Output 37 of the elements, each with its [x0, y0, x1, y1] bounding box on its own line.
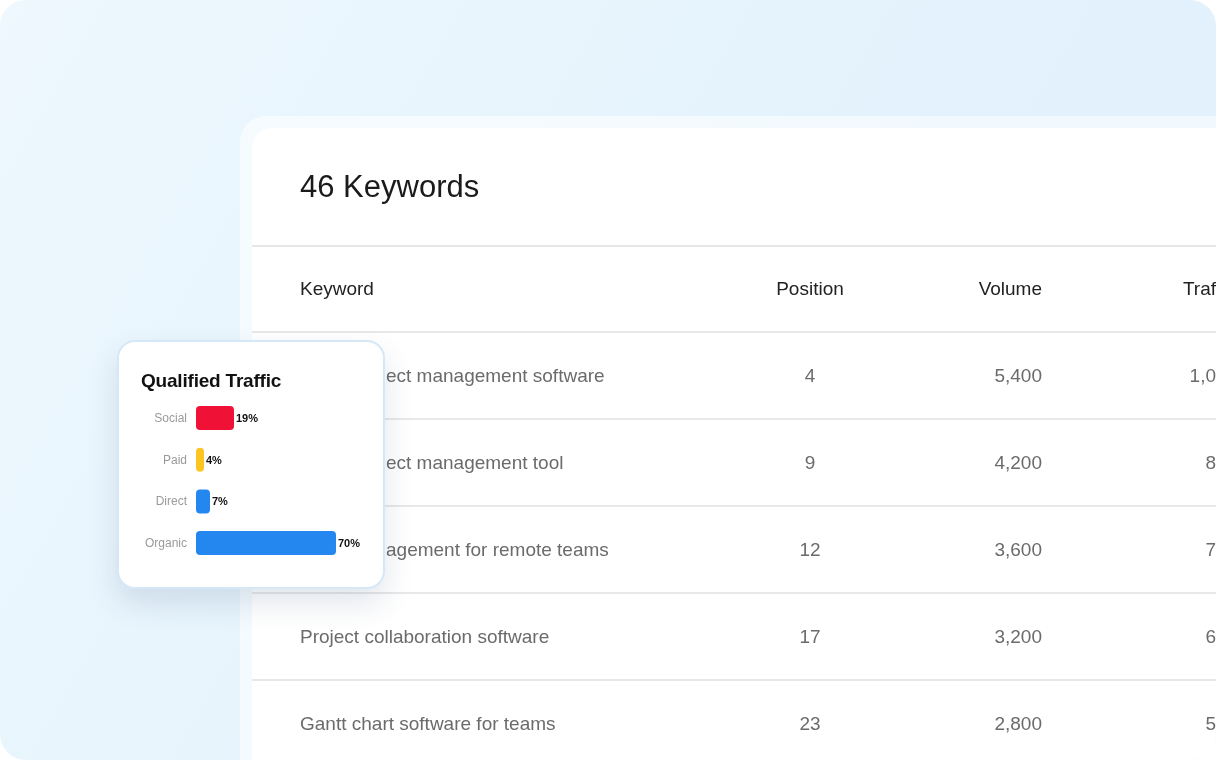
- table-cell: 2,800: [994, 712, 1042, 734]
- axis-label: Paid: [162, 452, 187, 467]
- table-cell: Gantt chart software for teams: [300, 712, 556, 734]
- table-cell: 17: [799, 625, 821, 647]
- card-title: Qualified Traffic: [141, 370, 282, 391]
- table-cell: 4: [804, 364, 816, 386]
- value-label: 4%: [206, 453, 222, 466]
- table-cell: 5,400: [994, 364, 1042, 386]
- column-header[interactable]: Volume: [978, 278, 1042, 299]
- bar: [196, 447, 204, 472]
- table-cell: 7: [1205, 538, 1216, 560]
- table-cell: 23: [799, 712, 821, 734]
- table-cell: 4,200: [994, 451, 1042, 473]
- table-cell: ect management tool: [386, 451, 564, 473]
- table-title: 46 Keywords: [300, 168, 480, 205]
- table-cell: 6: [1205, 625, 1216, 647]
- value-label: 7%: [212, 495, 228, 508]
- table-cell: 3,600: [994, 538, 1042, 560]
- column-header[interactable]: Traf: [1182, 278, 1216, 299]
- bar: [196, 406, 234, 430]
- axis-label: Organic: [144, 536, 187, 551]
- table-cell: ect management software: [386, 364, 605, 386]
- value-label: 70%: [338, 537, 361, 550]
- table-cell: 1,0: [1189, 364, 1216, 386]
- table-cell: Project collaboration software: [300, 625, 550, 647]
- column-header[interactable]: Keyword: [300, 278, 374, 299]
- bar: [196, 489, 210, 514]
- table-cell: 5: [1205, 712, 1216, 734]
- axis-label: Social: [154, 411, 187, 425]
- value-label: 19%: [236, 412, 259, 424]
- table-cell: agement for remote teams: [386, 538, 609, 560]
- table-cell: 3,200: [994, 625, 1042, 647]
- axis-label: Direct: [155, 494, 187, 509]
- column-header[interactable]: Position: [776, 278, 844, 299]
- table-cell: 8: [1205, 451, 1216, 473]
- table-cell: 9: [804, 451, 816, 473]
- table-cell: 12: [799, 538, 821, 560]
